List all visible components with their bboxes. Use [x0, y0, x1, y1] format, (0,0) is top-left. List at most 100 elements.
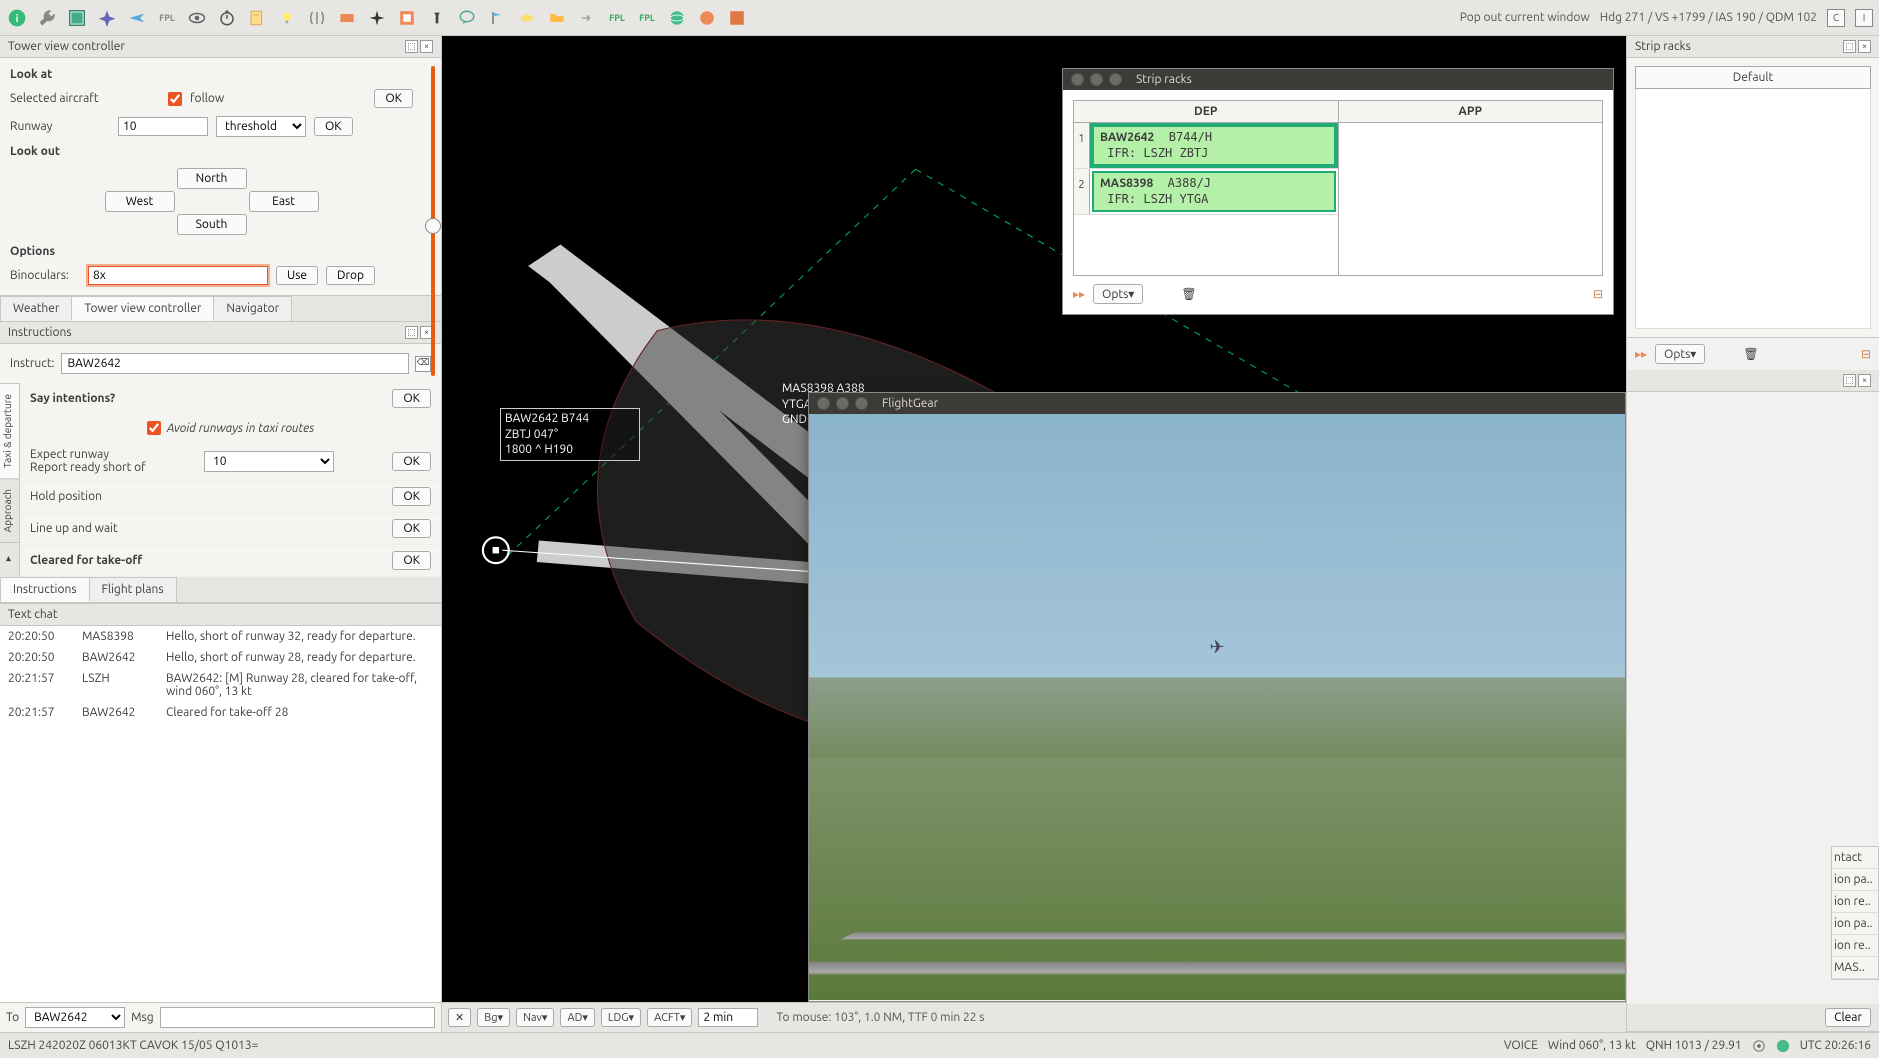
- flightgear-window[interactable]: FlightGear ✈: [808, 392, 1626, 1002]
- chat-icon[interactable]: [456, 7, 478, 29]
- fpl-green2-icon[interactable]: FPL: [636, 7, 658, 29]
- flight-plans-tab[interactable]: Flight plans: [89, 577, 177, 602]
- fg-3d-view[interactable]: ✈: [809, 414, 1625, 1000]
- pop-out-link[interactable]: Pop out current window: [1460, 11, 1590, 24]
- clear-input-icon[interactable]: ⌫: [415, 356, 431, 372]
- default-rack-header[interactable]: Default: [1635, 66, 1871, 89]
- arrow-out-icon[interactable]: [576, 7, 598, 29]
- plane-blue-icon[interactable]: [126, 7, 148, 29]
- expect-runway-combo[interactable]: 10: [204, 451, 334, 472]
- window-max-icon[interactable]: [855, 397, 868, 410]
- peek-item[interactable]: ion pa..: [1832, 913, 1878, 935]
- orange-box-icon[interactable]: [336, 7, 358, 29]
- weather-tab[interactable]: Weather: [0, 296, 72, 321]
- map-icon[interactable]: [66, 7, 88, 29]
- tower-tab[interactable]: Tower view controller: [71, 296, 214, 321]
- vtab-approach[interactable]: Approach: [0, 478, 19, 542]
- strip-shelf-icon[interactable]: ⊟: [1593, 287, 1603, 301]
- window-close-icon[interactable]: [817, 397, 830, 410]
- stopwatch-icon[interactable]: [216, 7, 238, 29]
- clear-button[interactable]: Clear: [1825, 1008, 1871, 1027]
- radar-reset-icon[interactable]: ✕: [448, 1008, 471, 1027]
- strip-collapse-icon[interactable]: ▸▸: [1073, 287, 1085, 301]
- c-button[interactable]: C: [1827, 9, 1845, 27]
- peek-item[interactable]: ion re..: [1832, 891, 1878, 913]
- line-up-ok[interactable]: OK: [392, 519, 431, 538]
- to-combo[interactable]: BAW2642: [25, 1007, 125, 1028]
- vtab-more[interactable]: ▾: [0, 542, 19, 574]
- fpl-green-icon[interactable]: FPL: [606, 7, 628, 29]
- tower-icon[interactable]: [426, 7, 448, 29]
- avoid-runways-checkbox[interactable]: [147, 421, 161, 435]
- look-at-aircraft-ok[interactable]: OK: [374, 89, 413, 108]
- window-close-icon[interactable]: [1071, 73, 1084, 86]
- strip-racks-window[interactable]: Strip racks DEP 1BAW2642 B744/H IFR: LSZ…: [1062, 68, 1614, 315]
- cleared-takeoff-ok[interactable]: OK: [392, 551, 431, 570]
- fg-titlebar[interactable]: FlightGear: [809, 393, 1625, 414]
- look-at-runway-ok[interactable]: OK: [314, 117, 353, 136]
- strip-shelf-icon[interactable]: ⊟: [1861, 347, 1871, 361]
- bin-icon[interactable]: 🗑: [1181, 287, 1196, 301]
- zoom-slider-thumb[interactable]: [425, 218, 441, 234]
- instruct-input[interactable]: [61, 353, 409, 374]
- compass-icon[interactable]: [96, 7, 118, 29]
- peek-item[interactable]: ion pa..: [1832, 869, 1878, 891]
- binoculars-input[interactable]: [88, 266, 268, 285]
- globe-icon[interactable]: [666, 7, 688, 29]
- bg-menu[interactable]: Bg▾: [477, 1008, 510, 1027]
- folder-icon[interactable]: [546, 7, 568, 29]
- peek-item[interactable]: ion re..: [1832, 935, 1878, 957]
- cloud-icon[interactable]: [516, 7, 538, 29]
- bulb-icon[interactable]: [276, 7, 298, 29]
- instructions-tab[interactable]: Instructions: [0, 577, 90, 602]
- runway-spinbox[interactable]: [118, 117, 208, 136]
- navigator-tab[interactable]: Navigator: [213, 296, 292, 321]
- orange-box2-icon[interactable]: [396, 7, 418, 29]
- antenna-icon[interactable]: [306, 7, 328, 29]
- west-button[interactable]: West: [105, 191, 175, 212]
- strip-collapse-icon[interactable]: ▸▸: [1635, 347, 1647, 361]
- drop-button[interactable]: Drop: [326, 266, 375, 285]
- expect-runway-ok[interactable]: OK: [392, 452, 431, 471]
- window-min-icon[interactable]: [1090, 73, 1103, 86]
- detach-icon[interactable]: ⬚: [405, 326, 418, 339]
- window-max-icon[interactable]: [1109, 73, 1122, 86]
- flag-icon[interactable]: [486, 7, 508, 29]
- radar-area[interactable]: BAW2642 B744 ZBTJ 047° 1800 ^ H190 MAS83…: [442, 36, 1626, 1002]
- north-button[interactable]: North: [177, 168, 247, 189]
- info-icon[interactable]: i: [6, 7, 28, 29]
- vtab-taxi-departure[interactable]: Taxi & departure: [0, 383, 19, 478]
- south-button[interactable]: South: [177, 214, 247, 235]
- orange-square-icon[interactable]: [726, 7, 748, 29]
- flight-strip[interactable]: BAW2642 B744/H IFR: LSZH ZBTJ: [1092, 125, 1336, 166]
- close-icon[interactable]: ×: [1858, 40, 1871, 53]
- orange-circle-icon[interactable]: [696, 7, 718, 29]
- close-icon[interactable]: ×: [1858, 374, 1871, 387]
- threshold-combo[interactable]: threshold: [216, 116, 306, 137]
- i-button[interactable]: I: [1855, 9, 1873, 27]
- plane-black-icon[interactable]: [366, 7, 388, 29]
- follow-checkbox[interactable]: [168, 92, 182, 106]
- peek-item[interactable]: ntact: [1832, 847, 1878, 869]
- wrench-icon[interactable]: [36, 7, 58, 29]
- msg-input[interactable]: [160, 1007, 435, 1028]
- time-spinbox[interactable]: [698, 1008, 758, 1027]
- close-icon[interactable]: ×: [420, 40, 433, 53]
- use-button[interactable]: Use: [276, 266, 318, 285]
- say-intentions-ok[interactable]: OK: [392, 389, 431, 408]
- right-opts-button[interactable]: Opts▾: [1655, 344, 1705, 364]
- east-button[interactable]: East: [249, 191, 319, 212]
- window-min-icon[interactable]: [836, 397, 849, 410]
- ad-menu[interactable]: AD▾: [560, 1008, 594, 1027]
- fpl-icon[interactable]: FPL: [156, 7, 178, 29]
- strip-opts-button[interactable]: Opts▾: [1093, 284, 1143, 304]
- acft-menu[interactable]: ACFT▾: [647, 1008, 692, 1027]
- bin-icon[interactable]: 🗑: [1743, 347, 1758, 361]
- ldg-menu[interactable]: LDG▾: [601, 1008, 641, 1027]
- detach-icon[interactable]: ⬚: [405, 40, 418, 53]
- radar-tag-baw2642[interactable]: BAW2642 B744 ZBTJ 047° 1800 ^ H190: [500, 408, 640, 461]
- peek-item[interactable]: MAS..: [1832, 957, 1878, 979]
- hold-position-ok[interactable]: OK: [392, 487, 431, 506]
- detach-icon[interactable]: ⬚: [1843, 40, 1856, 53]
- note-icon[interactable]: [246, 7, 268, 29]
